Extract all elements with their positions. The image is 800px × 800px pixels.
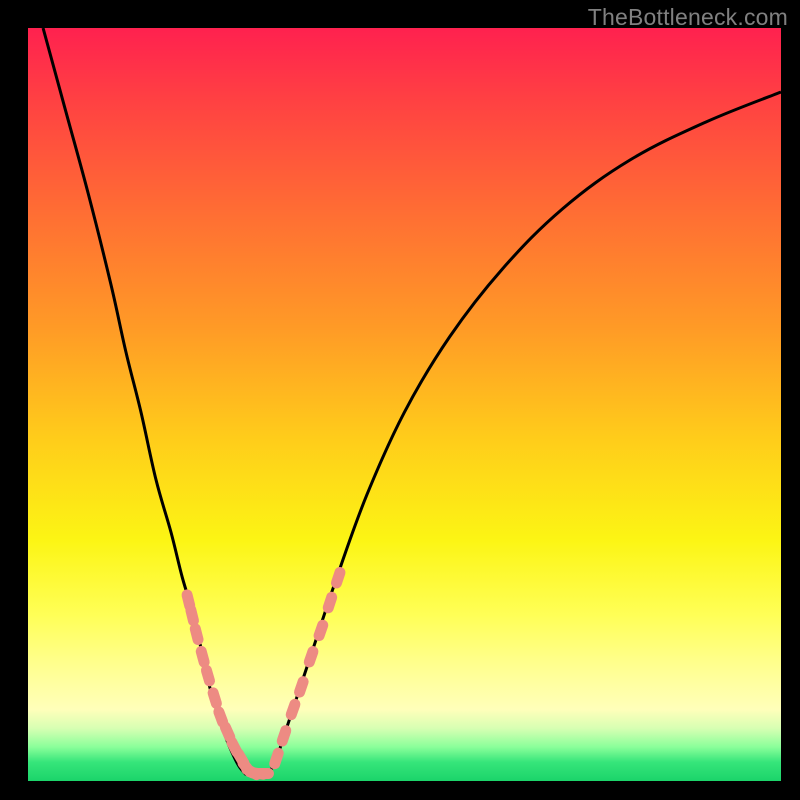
highlight-markers-left: [180, 588, 274, 781]
curve-overlay: [28, 28, 781, 781]
plot-area: [28, 28, 781, 781]
chart-container: { "watermark_text": "TheBottleneck.com",…: [0, 0, 800, 800]
right-curve: [269, 92, 781, 773]
left-curve: [43, 28, 246, 775]
watermark-text: TheBottleneck.com: [588, 4, 788, 31]
